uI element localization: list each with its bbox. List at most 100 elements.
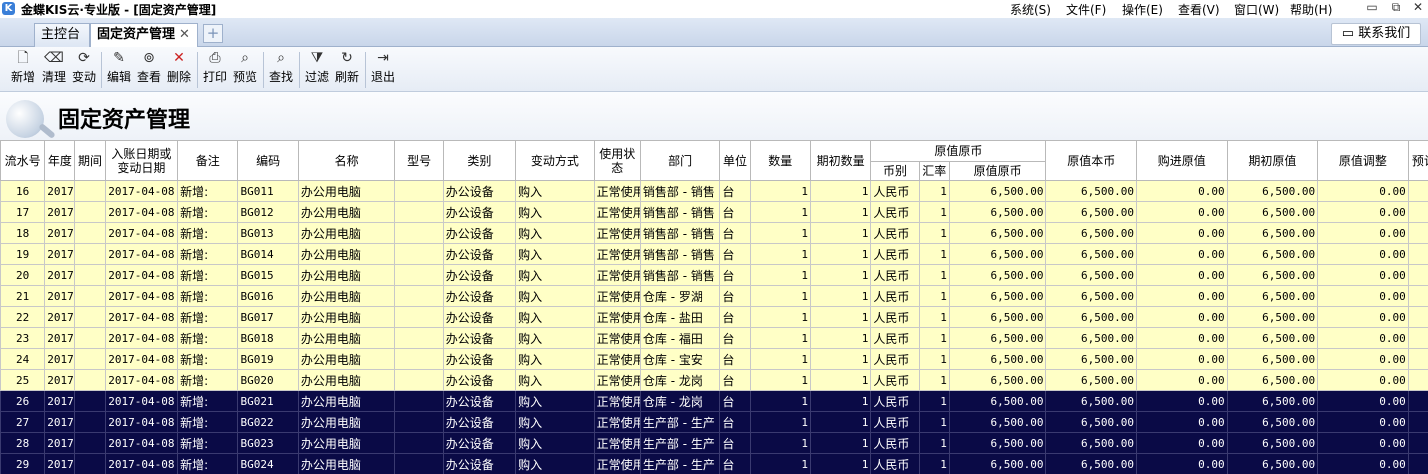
cell-note[interactable]: 新增: <box>177 201 239 223</box>
cell-estimate[interactable]: 6 <box>1407 432 1428 454</box>
cell-status[interactable]: 正常使用 <box>593 306 641 328</box>
cell-dept[interactable]: 销售部 - 销售 <box>639 264 721 286</box>
cell-dept[interactable]: 仓库 - 罗湖 <box>639 285 721 307</box>
cell-seq[interactable]: 21 <box>0 285 46 307</box>
cell-period[interactable] <box>74 348 106 370</box>
cell-purchase[interactable]: 0.00 <box>1136 264 1228 286</box>
cell-name[interactable]: 办公用电脑 <box>297 390 396 412</box>
cell-category[interactable]: 办公设备 <box>442 327 517 349</box>
cell-qty[interactable]: 1 <box>749 222 811 244</box>
cell-code[interactable]: BG023 <box>237 432 299 454</box>
cell-name[interactable]: 办公用电脑 <box>297 222 396 244</box>
cell-init-qty[interactable]: 1 <box>809 348 872 370</box>
table-row[interactable]: 25 2017 2017-04-08 新增: BG020 办公用电脑 办公设备 购入 正常使用仓… <box>0 369 1428 391</box>
cell-period[interactable] <box>74 369 106 391</box>
cell-name[interactable]: 办公用电脑 <box>297 306 396 328</box>
cell-seq[interactable]: 17 <box>0 201 46 223</box>
cell-change-type[interactable]: 购入 <box>515 390 595 412</box>
cell-base-amount[interactable]: 6,500.00 <box>1045 222 1138 244</box>
cell-year[interactable]: 2017 <box>44 201 76 223</box>
cell-estimate[interactable]: 6 <box>1407 306 1428 328</box>
cell-status[interactable]: 正常使用 <box>593 411 641 433</box>
restore-icon[interactable]: ⧉ <box>1388 0 1404 15</box>
cell-model[interactable] <box>394 180 444 202</box>
menu-file[interactable]: 文件(F) <box>1066 1 1106 18</box>
cell-category[interactable]: 办公设备 <box>442 369 517 391</box>
cell-category[interactable]: 办公设备 <box>442 453 517 474</box>
cell-currency[interactable]: 人民币 <box>870 285 920 307</box>
cell-status[interactable]: 正常使用 <box>593 369 641 391</box>
cell-period[interactable] <box>74 306 106 328</box>
col-change-type[interactable]: 变动方式 <box>515 140 595 181</box>
cell-model[interactable] <box>394 453 444 474</box>
table-row[interactable]: 18 2017 2017-04-08 新增: BG013 办公用电脑 办公设备 购入 正常使用销… <box>0 222 1428 244</box>
cell-rate[interactable]: 1 <box>918 390 950 412</box>
col-code[interactable]: 编码 <box>237 140 299 181</box>
cell-init-qty[interactable]: 1 <box>809 390 872 412</box>
cell-estimate[interactable]: 6 <box>1407 285 1428 307</box>
delete-button[interactable]: ✕ 删除 <box>164 49 194 90</box>
cell-qty[interactable]: 1 <box>749 411 811 433</box>
col-estimate[interactable]: 预计 <box>1407 140 1428 181</box>
new-button[interactable]: 🗋 新增 <box>8 49 38 90</box>
cell-date[interactable]: 2017-04-08 <box>104 390 179 412</box>
cell-year[interactable]: 2017 <box>44 453 76 474</box>
cell-date[interactable]: 2017-04-08 <box>104 180 179 202</box>
col-rate[interactable]: 汇率 <box>918 161 950 181</box>
cell-category[interactable]: 办公设备 <box>442 432 517 454</box>
cell-base-amount[interactable]: 6,500.00 <box>1045 348 1138 370</box>
col-base-amount[interactable]: 原值本币 <box>1045 140 1138 181</box>
cell-seq[interactable]: 16 <box>0 180 46 202</box>
cell-dept[interactable]: 销售部 - 销售 <box>639 222 721 244</box>
cell-period[interactable] <box>74 285 106 307</box>
cell-qty[interactable]: 1 <box>749 348 811 370</box>
cell-name[interactable]: 办公用电脑 <box>297 201 396 223</box>
cell-seq[interactable]: 22 <box>0 306 46 328</box>
cell-period[interactable] <box>74 264 106 286</box>
cell-purchase[interactable]: 0.00 <box>1136 201 1228 223</box>
cell-orig-amount[interactable]: 6,500.00 <box>948 327 1047 349</box>
cell-rate[interactable]: 1 <box>918 369 950 391</box>
cell-year[interactable]: 2017 <box>44 180 76 202</box>
table-row[interactable]: 21 2017 2017-04-08 新增: BG016 办公用电脑 办公设备 购入 正常使用仓… <box>0 285 1428 307</box>
cell-purchase[interactable]: 0.00 <box>1136 180 1228 202</box>
col-note[interactable]: 备注 <box>177 140 239 181</box>
cell-change-type[interactable]: 购入 <box>515 411 595 433</box>
cell-year[interactable]: 2017 <box>44 369 76 391</box>
cell-rate[interactable]: 1 <box>918 327 950 349</box>
table-row-selected[interactable]: 26 2017 2017-04-08 新增: BG021 办公用电脑 办公设备 购入 正常使用仓… <box>0 390 1428 412</box>
cell-change-type[interactable]: 购入 <box>515 348 595 370</box>
cell-code[interactable]: BG012 <box>237 201 299 223</box>
cell-code[interactable]: BG024 <box>237 453 299 474</box>
cell-base-amount[interactable]: 6,500.00 <box>1045 285 1138 307</box>
cell-code[interactable]: BG021 <box>237 390 299 412</box>
cell-change-type[interactable]: 购入 <box>515 222 595 244</box>
cell-orig-amount[interactable]: 6,500.00 <box>948 390 1047 412</box>
cell-base-amount[interactable]: 6,500.00 <box>1045 306 1138 328</box>
cell-base-amount[interactable]: 6,500.00 <box>1045 264 1138 286</box>
cell-period[interactable] <box>74 243 106 265</box>
cell-rate[interactable]: 1 <box>918 201 950 223</box>
cell-purchase[interactable]: 0.00 <box>1136 390 1228 412</box>
cell-purchase[interactable]: 0.00 <box>1136 285 1228 307</box>
cell-category[interactable]: 办公设备 <box>442 180 517 202</box>
cell-name[interactable]: 办公用电脑 <box>297 264 396 286</box>
preview-button[interactable]: ⌕ 预览 <box>230 49 260 90</box>
cell-name[interactable]: 办公用电脑 <box>297 243 396 265</box>
cell-currency[interactable]: 人民币 <box>870 201 920 223</box>
cell-model[interactable] <box>394 327 444 349</box>
cell-estimate[interactable]: 6 <box>1407 243 1428 265</box>
cell-currency[interactable]: 人民币 <box>870 222 920 244</box>
menu-system[interactable]: 系统(S) <box>1010 1 1051 18</box>
cell-change-type[interactable]: 购入 <box>515 201 595 223</box>
col-name[interactable]: 名称 <box>297 140 396 181</box>
cell-init-qty[interactable]: 1 <box>809 285 872 307</box>
cell-note[interactable]: 新增: <box>177 243 239 265</box>
cell-purchase[interactable]: 0.00 <box>1136 306 1228 328</box>
tab-fixed-assets[interactable]: 固定资产管理 ✕ <box>90 23 198 47</box>
menu-window[interactable]: 窗口(W) <box>1234 1 1279 18</box>
cell-note[interactable]: 新增: <box>177 432 239 454</box>
cell-name[interactable]: 办公用电脑 <box>297 411 396 433</box>
cell-adjust[interactable]: 0.00 <box>1317 327 1409 349</box>
cell-rate[interactable]: 1 <box>918 264 950 286</box>
